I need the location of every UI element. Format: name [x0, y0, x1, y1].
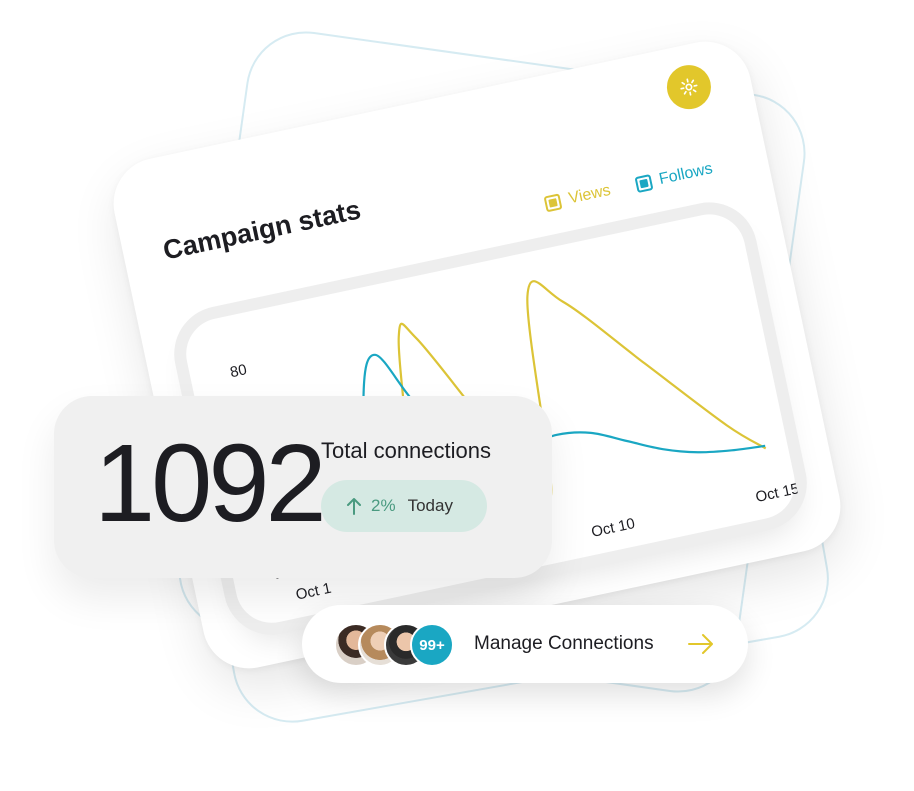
avatar-overflow-count: 99+: [410, 623, 454, 667]
follows-swatch-icon: [634, 174, 654, 194]
y-tick-label: 80: [229, 361, 249, 381]
legend-item-follows[interactable]: Follows: [634, 160, 714, 194]
x-tick-label: Oct 1: [294, 580, 333, 604]
x-tick-label: Oct 10: [590, 515, 637, 541]
legend-label: Follows: [657, 160, 715, 189]
settings-button[interactable]: [662, 60, 716, 114]
trend-percent: 2%: [371, 496, 396, 515]
arrow-right-icon: [688, 634, 713, 654]
gear-icon: [680, 78, 698, 96]
legend-item-views[interactable]: Views: [543, 181, 613, 213]
arrow-up-icon: [347, 498, 361, 515]
total-connections-value: 1092: [94, 422, 327, 545]
total-connections-label: Total connections: [321, 438, 491, 463]
legend-label: Views: [567, 181, 613, 208]
trend-period: Today: [407, 496, 453, 515]
total-connections-card: 1092 Total connections 2% Today: [54, 396, 552, 578]
campaign-stats-title: Campaign stats: [160, 194, 364, 266]
manage-connections-label: Manage Connections: [474, 633, 654, 654]
chart-legend: Views Follows: [543, 160, 715, 213]
x-tick-label: Oct 15: [754, 480, 801, 506]
manage-connections-button[interactable]: 99+ Manage Connections: [302, 605, 748, 683]
trend-badge: 2% Today: [321, 480, 487, 532]
views-swatch-icon: [543, 193, 563, 213]
